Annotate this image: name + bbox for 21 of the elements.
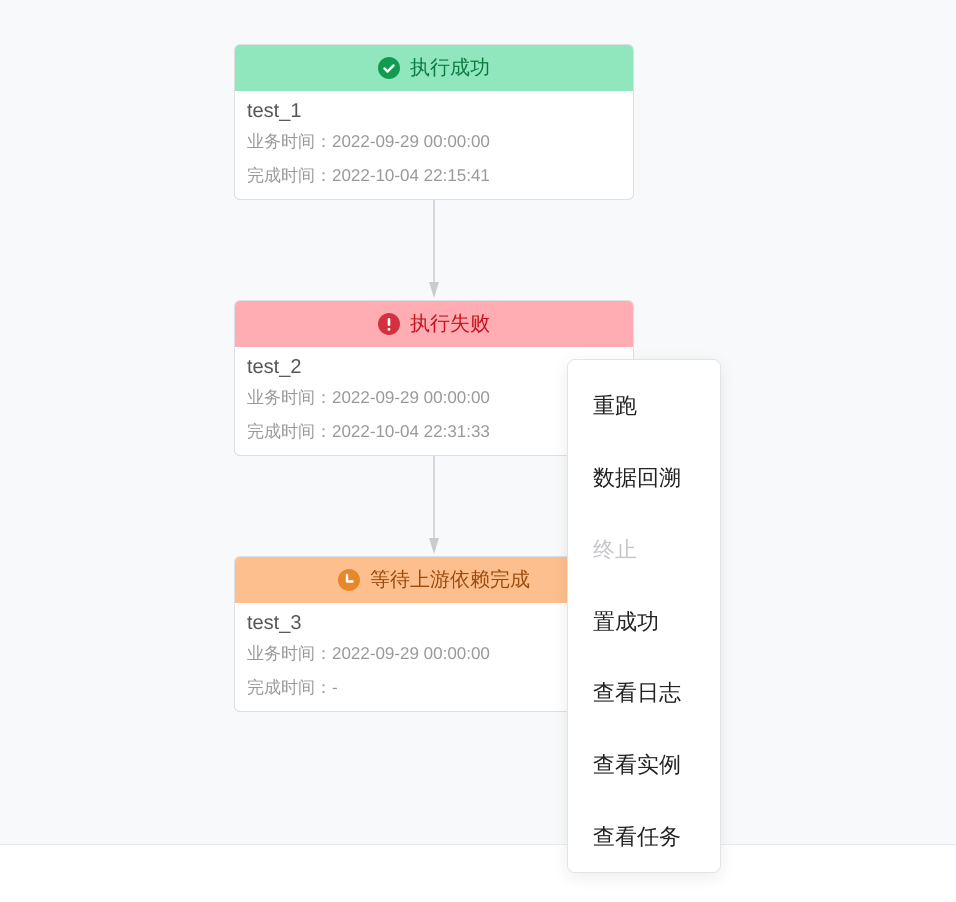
exclamation-circle-icon: [378, 313, 400, 335]
detail-text: 完成时间：2022-10-04 22:31:33: [247, 421, 490, 443]
task-name: test_3: [247, 611, 302, 636]
task-name: test_2: [247, 355, 302, 380]
status-label: 执行失败: [410, 312, 490, 337]
menu-item[interactable]: 查看任务: [568, 800, 720, 872]
menu-item[interactable]: 重跑: [568, 370, 720, 442]
clock-icon: [338, 569, 360, 591]
check-circle-icon: [378, 57, 400, 79]
detail-text: 完成时间：-: [247, 677, 338, 699]
detail-text: 业务时间：2022-09-29 00:00:00: [247, 387, 490, 409]
detail-text: 业务时间：2022-09-29 00:00:00: [247, 643, 490, 665]
task-name: test_1: [247, 99, 302, 124]
menu-item[interactable]: 数据回溯: [568, 442, 720, 514]
menu-item[interactable]: 查看日志: [568, 656, 720, 729]
detail-text: 业务时间：2022-09-29 00:00:00: [247, 131, 490, 153]
detail-text: 完成时间：2022-10-04 22:15:41: [247, 165, 490, 187]
status-label: 执行成功: [410, 56, 490, 81]
menu-item[interactable]: 置成功: [568, 585, 720, 657]
status-label: 等待上游依赖完成: [370, 568, 530, 593]
menu-item[interactable]: 查看实例: [568, 728, 720, 800]
